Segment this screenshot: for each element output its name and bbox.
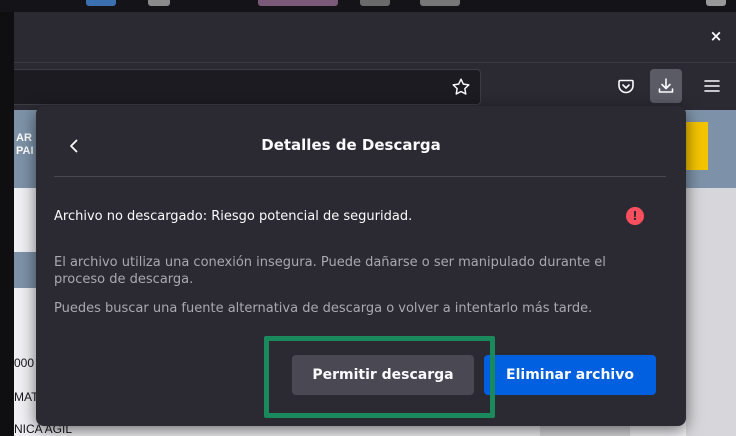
download-blocked-message: Archivo no descargado: Riesgo potencial … <box>54 209 413 224</box>
panel-title: Detalles de Descarga <box>261 136 441 154</box>
page-yellow-block <box>686 122 708 170</box>
pocket-icon <box>618 79 634 94</box>
title-bar: × <box>14 12 736 62</box>
page-image-fragment <box>258 0 338 6</box>
page-row-text: MAT <box>14 390 39 404</box>
download-icon <box>658 78 674 93</box>
star-icon[interactable] <box>450 76 472 98</box>
download-details-panel: Detalles de Descarga Archivo no descarga… <box>36 106 686 426</box>
insecure-connection-description: El archivo utiliza una conexión insegura… <box>54 255 606 287</box>
hamburger-menu-icon <box>704 80 720 92</box>
close-icon: × <box>709 27 723 45</box>
screen: × AR PAI 000 MAT NICA AGIL Detalles de D… <box>0 0 736 436</box>
panel-separator <box>54 176 666 177</box>
page-top-strip <box>0 0 736 12</box>
page-header-line: AR <box>16 132 32 144</box>
page-image-fragment <box>86 0 116 6</box>
close-window-button[interactable]: × <box>706 26 726 46</box>
delete-file-button[interactable]: Eliminar archivo <box>484 355 656 395</box>
panel-arrow <box>626 98 642 106</box>
downloads-button[interactable] <box>650 69 682 103</box>
page-header-line: PAI <box>16 145 34 157</box>
window-left-edge <box>0 12 14 436</box>
page-side-column <box>686 188 736 436</box>
page-image-fragment <box>420 0 460 6</box>
allow-download-button[interactable]: Permitir descarga <box>292 355 474 395</box>
page-header-text: AR PAI <box>16 132 34 158</box>
page-image-fragment <box>706 0 726 6</box>
retry-hint: Puedes buscar una fuente alternativa de … <box>54 301 593 316</box>
page-row-text: 000 <box>14 356 35 370</box>
app-menu-button[interactable] <box>696 69 728 103</box>
url-bar[interactable] <box>14 69 481 105</box>
page-image-fragment <box>360 0 390 6</box>
warning-icon: ! <box>626 207 644 225</box>
page-image-fragment <box>148 0 170 6</box>
